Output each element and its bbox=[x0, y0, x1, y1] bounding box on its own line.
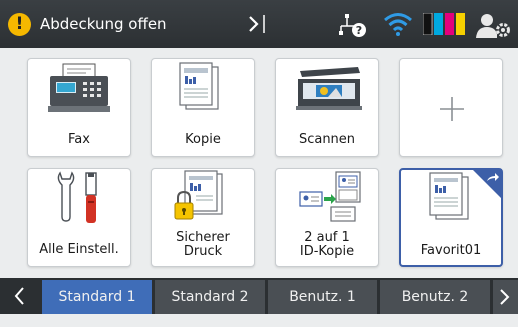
copy-label: Kopie bbox=[185, 132, 221, 147]
id-copy-tile[interactable]: 2 auf 1 ID-Kopie bbox=[275, 168, 379, 267]
tab-user-2[interactable]: Benutz. 2 bbox=[380, 280, 490, 314]
user-settings-icon[interactable] bbox=[476, 12, 512, 38]
secure-print-label-line1: Sicherer bbox=[176, 230, 230, 245]
secure-print-icon bbox=[174, 170, 223, 220]
tab-standard-1[interactable]: Standard 1 bbox=[42, 280, 152, 314]
status-message[interactable]: Abdeckung offen bbox=[40, 14, 167, 34]
tab-next-partial[interactable] bbox=[493, 280, 518, 314]
plus-icon bbox=[440, 97, 464, 121]
chevron-right-icon[interactable] bbox=[247, 12, 269, 36]
copy-tile[interactable]: Kopie bbox=[151, 58, 255, 157]
scan-label: Scannen bbox=[298, 132, 356, 147]
shortcut-arrow-icon bbox=[472, 169, 502, 199]
wifi-icon[interactable] bbox=[383, 11, 413, 37]
fax-icon bbox=[48, 63, 110, 112]
all-settings-tile[interactable]: Alle Einstell. bbox=[27, 168, 131, 267]
tab-bar: Standard 1 Standard 2 Benutz. 1 Benutz. … bbox=[0, 278, 518, 314]
chevron-left-icon[interactable] bbox=[4, 278, 36, 314]
ink-level-icon[interactable] bbox=[423, 13, 465, 35]
id-copy-label-line2: ID-Kopie bbox=[299, 244, 355, 259]
svg-text:?: ? bbox=[356, 24, 362, 37]
id-copy-icon bbox=[299, 171, 361, 222]
chevron-right-icon bbox=[500, 289, 510, 305]
tab-standard-2[interactable]: Standard 2 bbox=[155, 280, 265, 314]
ink-black bbox=[423, 13, 433, 35]
secure-print-tile[interactable]: Sicherer Druck bbox=[151, 168, 255, 267]
id-copy-label-line1: 2 auf 1 bbox=[304, 230, 350, 245]
status-bar: ! Abdeckung offen ? bbox=[0, 0, 518, 48]
ink-cyan bbox=[434, 13, 443, 35]
copy-icon bbox=[179, 62, 219, 110]
favorite-tile[interactable]: Favorit01 bbox=[399, 168, 503, 267]
secure-print-label-line2: Druck bbox=[183, 244, 223, 259]
all-settings-label: Alle Einstell. bbox=[39, 242, 119, 257]
network-status-icon[interactable]: ? bbox=[338, 12, 368, 38]
scan-tile[interactable]: Scannen bbox=[275, 58, 379, 157]
add-shortcut-tile[interactable] bbox=[399, 58, 503, 157]
scanner-icon bbox=[296, 67, 362, 110]
tab-user-1[interactable]: Benutz. 1 bbox=[268, 280, 377, 314]
ink-magenta bbox=[445, 13, 454, 35]
tools-icon bbox=[57, 171, 97, 223]
favorite-label: Favorit01 bbox=[420, 243, 482, 258]
fax-label: Fax bbox=[68, 132, 90, 147]
fax-tile[interactable]: Fax bbox=[27, 58, 131, 157]
ink-yellow bbox=[456, 13, 465, 35]
warning-icon[interactable]: ! bbox=[8, 13, 31, 36]
